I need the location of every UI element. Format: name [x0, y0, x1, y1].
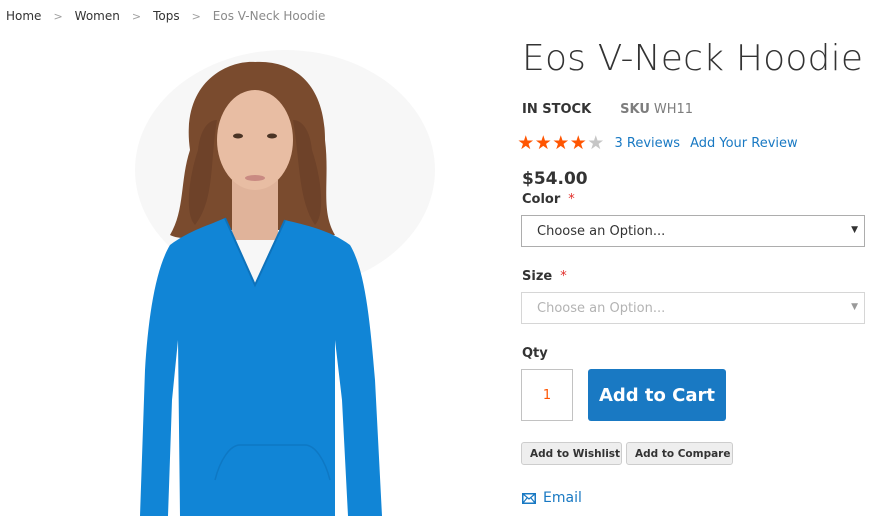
- dropdown-arrow-icon: ▼: [851, 302, 858, 312]
- breadcrumb-home[interactable]: Home: [6, 9, 41, 23]
- product-image[interactable]: [120, 40, 440, 516]
- required-asterisk: *: [568, 192, 575, 207]
- email-link-label: Email: [543, 490, 582, 506]
- qty-input[interactable]: [521, 369, 573, 421]
- add-to-wishlist-button[interactable]: Add to Wishlist: [521, 442, 622, 465]
- color-label-text: Color: [522, 192, 561, 207]
- sku-value: WH11: [653, 102, 694, 117]
- email-link[interactable]: Email: [522, 490, 582, 506]
- sku: SKU WH11: [620, 102, 693, 117]
- breadcrumb-tops[interactable]: Tops: [153, 9, 180, 23]
- dropdown-arrow-icon: ▼: [851, 225, 858, 235]
- rating-stars: ★ ★ ★ ★ ★: [517, 132, 605, 154]
- size-select-value: Choose an Option...: [537, 300, 666, 316]
- breadcrumb: Home > Women > Tops > Eos V-Neck Hoodie: [6, 9, 325, 23]
- breadcrumb-current: Eos V-Neck Hoodie: [212, 9, 326, 23]
- breadcrumb-women[interactable]: Women: [75, 9, 120, 23]
- color-select-value: Choose an Option...: [537, 223, 666, 239]
- add-review-link[interactable]: Add Your Review: [690, 136, 798, 151]
- breadcrumb-separator-icon: >: [131, 9, 142, 23]
- page-title: Eos V-Neck Hoodie: [522, 38, 864, 79]
- stock-sku-row: IN STOCK SKU WH11: [522, 102, 693, 117]
- stock-status: IN STOCK: [522, 102, 592, 117]
- required-asterisk: *: [560, 269, 567, 284]
- product-photo: [135, 50, 435, 516]
- sku-label: SKU: [620, 102, 650, 117]
- reviews-link[interactable]: 3 Reviews: [615, 136, 681, 151]
- color-label: Color *: [522, 192, 575, 207]
- star-filled-icon: ★: [517, 132, 535, 154]
- star-filled-icon: ★: [534, 132, 552, 154]
- star-filled-icon: ★: [569, 132, 587, 154]
- add-to-compare-button[interactable]: Add to Compare: [626, 442, 733, 465]
- star-empty-icon: ★: [587, 132, 605, 154]
- breadcrumb-separator-icon: >: [191, 9, 201, 23]
- product-price: $54.00: [522, 169, 588, 189]
- envelope-icon: [522, 492, 536, 504]
- size-select[interactable]: Choose an Option... ▼: [521, 292, 865, 324]
- breadcrumb-separator-icon: >: [53, 9, 63, 23]
- qty-label: Qty: [522, 346, 548, 361]
- add-to-cart-button[interactable]: Add to Cart: [588, 369, 726, 421]
- size-label-text: Size: [522, 269, 553, 284]
- star-filled-icon: ★: [552, 132, 570, 154]
- rating-summary: ★ ★ ★ ★ ★ 3 Reviews Add Your Review: [517, 132, 798, 154]
- size-label: Size *: [522, 269, 567, 284]
- color-select[interactable]: Choose an Option... ▼: [521, 215, 865, 247]
